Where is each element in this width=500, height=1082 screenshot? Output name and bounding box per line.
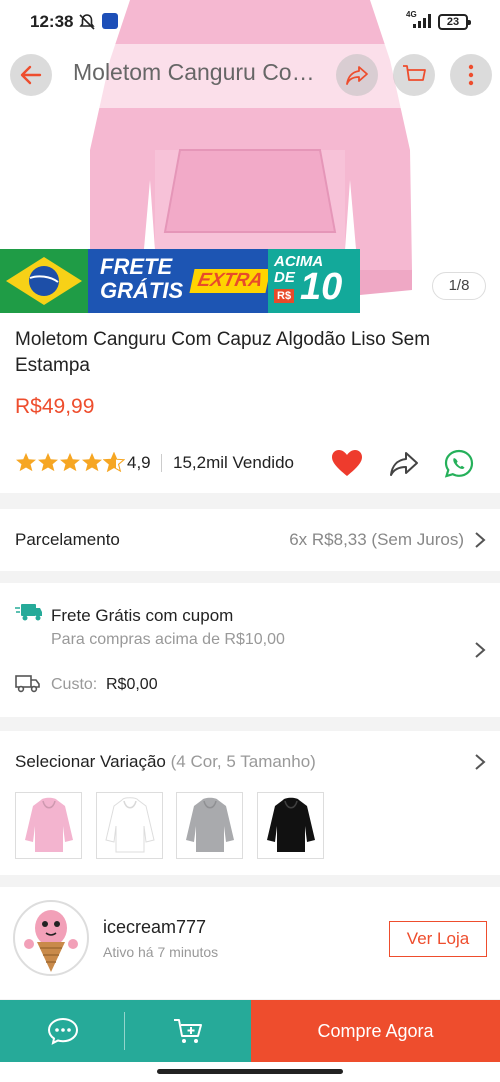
star-icon	[82, 452, 102, 472]
shipping-cost-value: R$0,00	[106, 676, 158, 693]
bottom-action-bar: Compre Agora	[0, 1000, 500, 1062]
chat-icon	[47, 1017, 78, 1045]
installments-value: 6x R$8,33 (Sem Juros)	[289, 530, 464, 549]
rating-row: 4,9 15,2mil Vendido	[15, 449, 485, 479]
product-price: R$49,99	[15, 395, 95, 418]
variant-swatch-black[interactable]	[257, 792, 324, 859]
variant-swatch-gray[interactable]	[176, 792, 243, 859]
cart-button[interactable]	[393, 54, 435, 96]
mute-bell-icon	[79, 14, 95, 30]
brazil-flag-icon	[0, 249, 88, 313]
product-image-gallery[interactable]: 12:38 4G 23 Moletom Canguru Com Capuz Al…	[0, 0, 500, 313]
whatsapp-icon[interactable]	[443, 449, 475, 479]
back-arrow-icon	[20, 65, 42, 85]
share-button[interactable]	[336, 54, 378, 96]
signal-icon	[413, 14, 431, 28]
cart-icon	[403, 65, 426, 81]
hoodie-white-icon	[104, 796, 155, 852]
chevron-right-icon	[475, 642, 486, 658]
add-to-cart-icon	[174, 1019, 202, 1043]
rating-stars	[15, 452, 125, 472]
more-vertical-icon	[468, 64, 474, 86]
sim-icon	[102, 13, 118, 29]
banner-amount: 10	[300, 266, 343, 308]
divider	[161, 454, 162, 472]
shipping-cost-label: Custo:	[51, 676, 98, 693]
battery-icon: 23	[438, 14, 471, 30]
product-info: Moletom Canguru Com Capuz Algodão Liso S…	[0, 313, 500, 493]
back-button[interactable]	[10, 54, 52, 96]
shipping-title: Frete Grátis com cupom	[51, 606, 234, 625]
hoodie-pink-icon	[24, 797, 73, 852]
banner-currency: R$	[274, 289, 295, 303]
variation-summary: (4 Cor, 5 Tamanho)	[170, 752, 316, 771]
half-star-icon	[103, 452, 125, 472]
star-icon	[60, 452, 80, 472]
share-icon[interactable]	[388, 449, 420, 477]
seller-active-status: Ativo há 7 minutos	[103, 944, 219, 960]
rating-value: 4,9	[127, 453, 151, 472]
shipping-section[interactable]: Frete Grátis com cupom Para compras acim…	[0, 583, 500, 717]
promo-text-area: FRETE GRÁTIS EXTRA ACIMA DE R$ 10	[88, 249, 360, 313]
banner-extra: EXTRA	[189, 269, 271, 293]
seller-name: icecream777	[103, 917, 207, 937]
installments-row[interactable]: Parcelamento 6x R$8,33 (Sem Juros)	[0, 509, 500, 571]
truck-icon	[15, 675, 40, 693]
free-shipping-truck-icon	[15, 604, 42, 621]
image-page-counter: 1/8	[432, 272, 486, 300]
star-icon	[38, 452, 58, 472]
shipping-subtitle: Para compras acima de R$10,00	[51, 631, 285, 648]
product-title: Moletom Canguru Com Capuz Algodão Liso S…	[15, 329, 431, 376]
seller-section: icecream777 Ativo há 7 minutos Ver Loja	[0, 887, 500, 999]
status-time: 12:38	[30, 12, 74, 31]
share-icon	[346, 66, 368, 85]
chevron-right-icon	[475, 532, 486, 548]
variation-section[interactable]: Selecionar Variação (4 Cor, 5 Tamanho)	[0, 731, 500, 875]
hoodie-gray-icon	[185, 797, 234, 852]
variation-header: Selecionar Variação (4 Cor, 5 Tamanho)	[15, 752, 316, 772]
variant-swatch-white[interactable]	[96, 792, 163, 859]
variation-label: Selecionar Variação	[15, 752, 166, 771]
chat-button[interactable]	[0, 1000, 125, 1062]
top-navigation: Moletom Canguru Com Capuz Algodão Liso S…	[0, 44, 500, 108]
home-indicator[interactable]	[157, 1069, 343, 1074]
buy-now-button[interactable]: Compre Agora	[251, 1000, 500, 1062]
free-shipping-banner: FRETE GRÁTIS EXTRA ACIMA DE R$ 10	[0, 249, 360, 313]
hoodie-black-icon	[266, 797, 315, 852]
seller-avatar[interactable]	[13, 900, 89, 976]
installments-label: Parcelamento	[15, 530, 120, 549]
more-options-button[interactable]	[450, 54, 492, 96]
add-to-cart-button[interactable]	[125, 1000, 251, 1062]
banner-frete-gratis: FRETE GRÁTIS	[100, 254, 184, 303]
variant-swatch-pink[interactable]	[15, 792, 82, 859]
heart-icon[interactable]	[331, 449, 363, 477]
view-shop-button[interactable]: Ver Loja	[389, 921, 487, 957]
ice-cream-avatar-icon	[24, 910, 78, 972]
page-title: Moletom Canguru Com Capuz Algodão Liso S…	[73, 59, 323, 85]
chevron-right-icon	[475, 754, 486, 770]
star-icon	[16, 452, 36, 472]
sold-count: 15,2mil Vendido	[173, 453, 294, 472]
status-bar: 12:38 4G 23	[0, 0, 500, 44]
